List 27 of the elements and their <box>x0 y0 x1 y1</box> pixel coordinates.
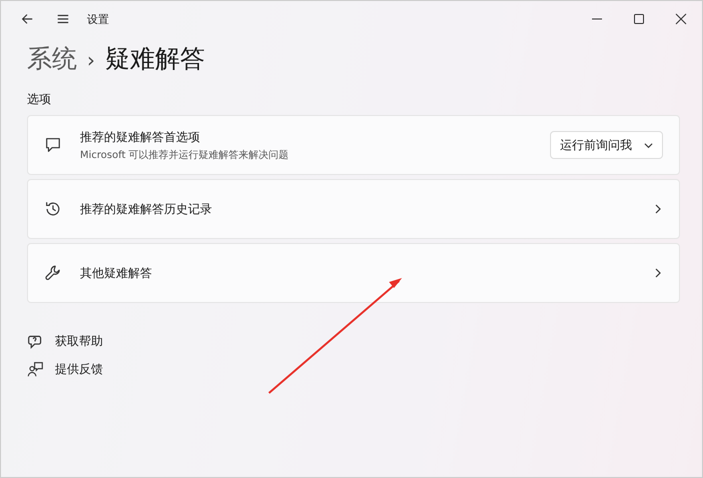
page-title: 疑难解答 <box>105 43 205 75</box>
card-title: 其他疑难解答 <box>80 264 153 282</box>
link[interactable]: 获取帮助 <box>55 333 103 350</box>
feedback-icon <box>27 361 44 378</box>
chevron-right-icon <box>653 268 663 278</box>
menu-icon[interactable] <box>56 12 70 26</box>
close-icon[interactable] <box>675 13 687 25</box>
chat-icon <box>44 136 62 154</box>
link[interactable]: 提供反馈 <box>55 361 103 378</box>
back-icon[interactable] <box>20 12 34 26</box>
breadcrumb-separator: › <box>87 48 95 72</box>
window-title: 设置 <box>87 12 109 26</box>
settings-card[interactable]: 其他疑难解答 <box>27 243 680 303</box>
breadcrumb-parent[interactable]: 系统 <box>27 42 77 75</box>
card-title: 推荐的疑难解答首选项 <box>80 128 201 146</box>
chevron-right-icon <box>653 204 663 214</box>
section-title: 选项 <box>27 91 52 108</box>
dropdown[interactable]: 运行前询问我 <box>550 131 663 159</box>
settings-card[interactable]: 推荐的疑难解答首选项 Microsoft 可以推荐并运行疑难解答来解决问题 运行前询问我 <box>27 115 680 175</box>
settings-card[interactable]: 推荐的疑难解答历史记录 <box>27 179 680 239</box>
wrench-icon <box>44 264 62 282</box>
help-icon <box>27 333 44 350</box>
maximize-icon[interactable] <box>633 13 645 25</box>
chevron-down-icon <box>644 140 653 150</box>
card-description: Microsoft 可以推荐并运行疑难解答来解决问题 <box>80 148 290 162</box>
history-icon <box>44 200 62 218</box>
card-title: 推荐的疑难解答历史记录 <box>80 200 213 218</box>
